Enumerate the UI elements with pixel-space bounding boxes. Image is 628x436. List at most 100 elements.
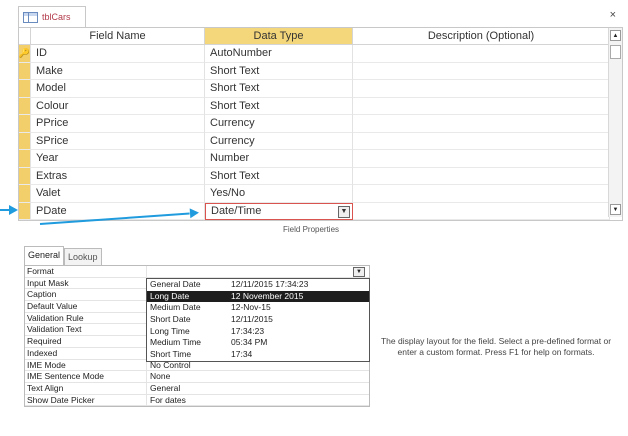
- row-selector[interactable]: [19, 185, 31, 203]
- row-selector[interactable]: [19, 167, 31, 185]
- table-design-grid: Field Name Data Type Description (Option…: [18, 27, 623, 221]
- format-name: Medium Date: [150, 302, 201, 313]
- data-type-cell[interactable]: AutoNumber: [205, 45, 353, 63]
- format-sample: 12 November 2015: [231, 290, 304, 301]
- scroll-thumb[interactable]: [610, 45, 621, 59]
- format-name: Short Time: [150, 349, 192, 360]
- field-name-cell[interactable]: Year: [31, 150, 205, 168]
- description-cell[interactable]: [353, 167, 610, 185]
- row-selector[interactable]: [19, 202, 31, 220]
- property-value[interactable]: None: [147, 371, 369, 382]
- data-type-value: Date/Time: [211, 205, 262, 218]
- data-type-cell[interactable]: Yes/No: [205, 185, 353, 203]
- format-name: Short Date: [150, 314, 191, 325]
- property-row[interactable]: Text Align General: [25, 382, 369, 395]
- header-data-type: Data Type: [205, 28, 353, 45]
- format-option[interactable]: Short Date 12/11/2015: [147, 314, 369, 326]
- description-cell[interactable]: [353, 132, 610, 150]
- property-row[interactable]: Show Date Picker For dates: [25, 394, 369, 407]
- data-type-cell[interactable]: Number: [205, 150, 353, 168]
- property-row[interactable]: Format ▼: [25, 266, 369, 278]
- property-label: Format: [25, 266, 147, 277]
- format-sample: 05:34 PM: [231, 337, 268, 348]
- table-row[interactable]: Make Short Text: [19, 62, 622, 80]
- grid-rows: 🔑 ID AutoNumber Make Short Text Model Short Te…: [19, 45, 622, 220]
- field-name-cell[interactable]: SPrice: [31, 132, 205, 150]
- data-type-cell[interactable]: Short Text: [205, 80, 353, 98]
- format-option[interactable]: Short Time 17:34: [147, 349, 369, 361]
- scroll-down-icon[interactable]: ▼: [610, 204, 621, 215]
- format-option[interactable]: Medium Time 05:34 PM: [147, 337, 369, 349]
- chevron-down-icon[interactable]: ▼: [338, 205, 350, 218]
- property-value[interactable]: [147, 266, 369, 277]
- arrow-right-head: [189, 207, 200, 219]
- description-cell[interactable]: [353, 97, 610, 115]
- field-name-cell[interactable]: Extras: [31, 167, 205, 185]
- data-type-cell[interactable]: Short Text: [205, 97, 353, 115]
- row-selector[interactable]: [19, 97, 31, 115]
- help-text: The display layout for the field. Select…: [380, 336, 612, 357]
- field-name-cell[interactable]: PPrice: [31, 115, 205, 133]
- description-cell[interactable]: [353, 185, 610, 203]
- property-value[interactable]: For dates: [147, 395, 369, 406]
- row-selector[interactable]: [19, 150, 31, 168]
- table-row[interactable]: Extras Short Text: [19, 167, 622, 185]
- close-icon[interactable]: ×: [610, 9, 616, 21]
- data-type-cell[interactable]: Currency: [205, 115, 353, 133]
- description-cell[interactable]: [353, 150, 610, 168]
- data-type-cell[interactable]: Short Text: [205, 62, 353, 80]
- description-cell[interactable]: [353, 115, 610, 133]
- format-option[interactable]: General Date 12/11/2015 17:34:23: [147, 279, 369, 291]
- header-field-name: Field Name: [31, 28, 205, 45]
- format-dropdown-list[interactable]: General Date 12/11/2015 17:34:23 Long Date…: [146, 278, 370, 362]
- row-selector[interactable]: 🔑: [19, 45, 31, 63]
- data-type-cell[interactable]: Date/Time ▼: [205, 202, 353, 220]
- format-option[interactable]: Long Date 12 November 2015: [147, 290, 369, 303]
- tab-lookup[interactable]: Lookup: [64, 248, 102, 265]
- data-type-value: Short Text: [210, 99, 260, 112]
- description-cell[interactable]: [353, 45, 610, 63]
- scroll-up-icon[interactable]: ▲: [610, 30, 621, 41]
- property-label: Input Mask: [25, 277, 147, 289]
- arrow-left-head: [9, 205, 18, 215]
- format-name: Long Time: [150, 325, 190, 336]
- table-row[interactable]: Year Number: [19, 150, 622, 168]
- header-description: Description (Optional): [353, 28, 610, 45]
- property-label: IME Sentence Mode: [25, 371, 147, 382]
- table-row[interactable]: Model Short Text: [19, 80, 622, 98]
- format-chevron-down-icon[interactable]: ▼: [353, 267, 365, 277]
- field-name-cell[interactable]: Valet: [31, 185, 205, 203]
- row-selector[interactable]: [19, 80, 31, 98]
- description-cell[interactable]: [353, 80, 610, 98]
- data-type-value: Currency: [210, 134, 255, 147]
- field-name-cell[interactable]: Make: [31, 62, 205, 80]
- description-cell[interactable]: [353, 202, 610, 220]
- field-name-cell[interactable]: Model: [31, 80, 205, 98]
- table-row[interactable]: 🔑 ID AutoNumber: [19, 45, 622, 63]
- tab-tblcars[interactable]: tblCars: [18, 6, 86, 27]
- data-type-cell[interactable]: Currency: [205, 132, 353, 150]
- table-row[interactable]: Colour Short Text: [19, 97, 622, 115]
- property-row[interactable]: IME Sentence Mode None: [25, 371, 369, 383]
- table-row[interactable]: PPrice Currency: [19, 115, 622, 133]
- row-selector[interactable]: [19, 62, 31, 80]
- field-name-cell[interactable]: ID: [31, 45, 205, 63]
- table-row[interactable]: Valet Yes/No: [19, 185, 622, 203]
- property-tabs: General Lookup: [24, 246, 102, 265]
- data-type-value: AutoNumber: [210, 47, 272, 60]
- row-selector[interactable]: [19, 132, 31, 150]
- data-type-value: Short Text: [210, 64, 260, 77]
- data-type-cell[interactable]: Short Text: [205, 167, 353, 185]
- primary-key-icon: 🔑: [18, 47, 31, 58]
- table-row[interactable]: SPrice Currency: [19, 132, 622, 150]
- field-name-cell[interactable]: Colour: [31, 97, 205, 115]
- grid-scrollbar[interactable]: ▲ ▼: [608, 28, 622, 217]
- description-cell[interactable]: [353, 62, 610, 80]
- tab-general[interactable]: General: [24, 246, 65, 265]
- format-option[interactable]: Medium Date 12-Nov-15: [147, 302, 369, 314]
- format-option[interactable]: Long Time 17:34:23: [147, 326, 369, 338]
- row-selector[interactable]: [19, 115, 31, 133]
- property-label: Show Date Picker: [25, 394, 147, 406]
- property-value[interactable]: General: [147, 383, 369, 394]
- format-name: Medium Time: [150, 337, 202, 348]
